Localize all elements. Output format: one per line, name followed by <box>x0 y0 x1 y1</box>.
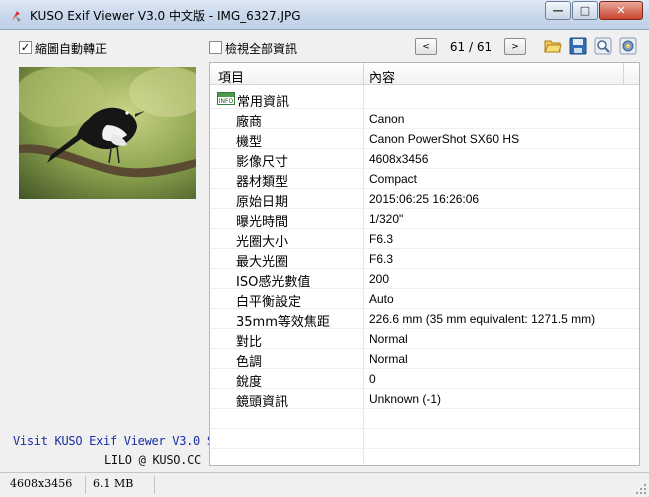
maximize-button[interactable]: □ <box>572 1 598 20</box>
table-row[interactable]: 鏡頭資訊 Unknown (-1) <box>210 389 639 410</box>
row-value: 4608x3456 <box>369 152 429 166</box>
row-value: 200 <box>369 272 390 286</box>
table-row[interactable]: 最大光圈 F6.3 <box>210 249 639 270</box>
header-item[interactable]: 項目 <box>218 67 244 86</box>
table-row[interactable]: 原始日期 2015:06:25 16:26:06 <box>210 189 639 210</box>
exif-table: 項目 內容 INFO 常用資訊 廠商 Canon 機型 Canon PowerS… <box>209 62 640 466</box>
window-title: KUSO Exif Viewer V3.0 中文版 - IMG_6327.JPG <box>30 9 301 23</box>
row-name: 最大光圈 <box>236 255 289 270</box>
auto-rotate-checkbox[interactable]: ✓ <box>19 41 32 54</box>
app-icon <box>12 11 21 22</box>
row-name: 對比 <box>236 335 263 350</box>
table-header: 項目 內容 <box>210 63 639 86</box>
photo-thumbnail <box>19 67 196 199</box>
settings-icon[interactable] <box>619 37 637 55</box>
save-icon[interactable] <box>569 37 587 55</box>
row-name: 光圈大小 <box>236 235 289 250</box>
row-value: Auto <box>369 292 394 306</box>
row-value: Normal <box>369 352 408 366</box>
svg-text:INFO: INFO <box>219 98 234 105</box>
table-row[interactable]: 銳度 0 <box>210 369 639 390</box>
row-name: 曝光時間 <box>236 215 289 230</box>
resize-grip-icon[interactable] <box>635 483 647 495</box>
table-row[interactable]: 器材類型 Compact <box>210 169 639 190</box>
row-value: F6.3 <box>369 232 394 246</box>
show-all-label: 檢視全部資訊 <box>225 42 298 56</box>
row-name: 色調 <box>236 355 263 370</box>
row-name: 鏡頭資訊 <box>236 395 289 410</box>
row-value: Unknown (-1) <box>369 392 442 406</box>
minimize-button[interactable]: — <box>545 1 571 20</box>
header-content[interactable]: 內容 <box>369 67 395 86</box>
status-dimensions: 4608x3456 <box>10 477 73 490</box>
table-row[interactable]: 光圈大小 F6.3 <box>210 229 639 250</box>
table-row[interactable]: 廠商 Canon <box>210 109 639 130</box>
page-indicator: 61 / 61 <box>449 40 493 54</box>
close-button[interactable]: ✕ <box>599 1 643 20</box>
auto-rotate-label: 縮圖自動轉正 <box>35 42 108 56</box>
table-row[interactable]: 色調 Normal <box>210 349 639 370</box>
table-row[interactable]: 白平衡設定 Auto <box>210 289 639 310</box>
show-all-checkbox[interactable] <box>209 41 222 54</box>
site-link[interactable]: Visit KUSO Exif Viewer V3.0 Site <box>13 434 235 448</box>
row-value: Compact <box>369 172 418 186</box>
row-value: 226.6 mm (35 mm equivalent: 1271.5 mm) <box>369 312 596 326</box>
row-value: 0 <box>369 372 376 386</box>
table-row[interactable]: 機型 Canon PowerShot SX60 HS <box>210 129 639 150</box>
next-button[interactable]: > <box>504 38 526 55</box>
prev-button[interactable]: < <box>415 38 437 55</box>
row-value: 2015:06:25 16:26:06 <box>369 192 480 206</box>
search-icon[interactable] <box>594 37 612 55</box>
row-name: 廠商 <box>236 115 263 130</box>
table-row[interactable]: 曝光時間 1/320" <box>210 209 639 230</box>
table-row[interactable]: 影像尺寸 4608x3456 <box>210 149 639 170</box>
group-row[interactable]: INFO 常用資訊 <box>210 89 639 110</box>
credit-text: LILO @ KUSO.CC <box>104 453 201 467</box>
table-row[interactable]: ISO感光數值 200 <box>210 269 639 290</box>
row-name: 機型 <box>236 135 263 150</box>
row-value: Canon PowerShot SX60 HS <box>369 132 520 146</box>
row-name: 銳度 <box>236 375 263 390</box>
info-group-icon: INFO <box>217 92 235 105</box>
row-value: Canon <box>369 112 405 126</box>
row-value: F6.3 <box>369 252 394 266</box>
title-bar: KUSO Exif Viewer V3.0 中文版 - IMG_6327.JPG… <box>0 0 649 30</box>
row-value: 1/320" <box>369 212 404 226</box>
row-name: ISO感光數值 <box>236 275 311 290</box>
row-name: 35mm等效焦距 <box>236 315 330 330</box>
row-name: 影像尺寸 <box>236 155 289 170</box>
status-filesize: 6.1 MB <box>93 477 134 490</box>
open-folder-icon[interactable] <box>544 37 562 55</box>
table-row[interactable]: 對比 Normal <box>210 329 639 350</box>
row-name: 白平衡設定 <box>236 295 302 310</box>
row-name: 器材類型 <box>236 175 289 190</box>
table-row[interactable]: 35mm等效焦距 226.6 mm (35 mm equivalent: 127… <box>210 309 639 330</box>
group-name: 常用資訊 <box>237 95 290 110</box>
row-name: 原始日期 <box>236 195 289 210</box>
row-value: Normal <box>369 332 408 346</box>
status-bar: 4608x3456 6.1 MB <box>0 472 649 497</box>
